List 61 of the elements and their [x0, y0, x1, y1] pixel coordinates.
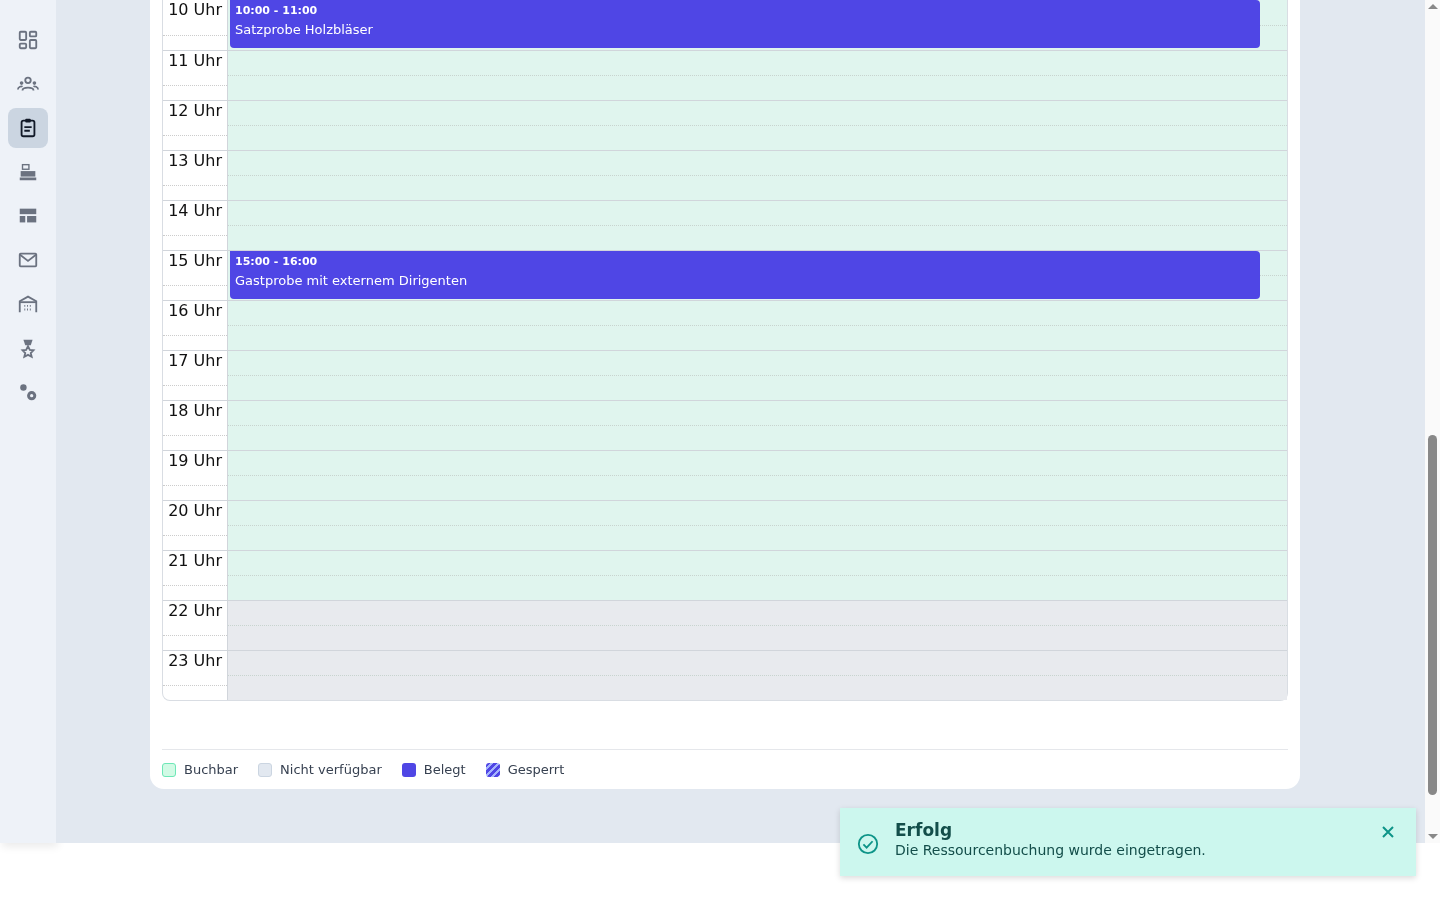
check-circle-icon: [857, 833, 879, 855]
time-slot[interactable]: [228, 551, 1287, 576]
time-slot[interactable]: [228, 651, 1287, 676]
hour-label: 10 Uhr: [167, 0, 223, 20]
time-slot[interactable]: [228, 451, 1287, 476]
building-icon: [17, 293, 39, 315]
legend-label: Nicht verfügbar: [280, 762, 382, 777]
time-slot[interactable]: [228, 176, 1287, 200]
legend-label: Gesperrt: [507, 762, 565, 777]
nav-button[interactable]: [8, 108, 48, 148]
time-slot[interactable]: [228, 676, 1287, 700]
time-slot[interactable]: [1260, 276, 1287, 300]
time-slot[interactable]: [228, 126, 1287, 150]
time-slot[interactable]: [228, 501, 1287, 526]
scrollbar[interactable]: [1425, 0, 1440, 843]
close-button[interactable]: [1380, 824, 1396, 840]
hour-label: 18 Uhr: [167, 401, 223, 421]
hour-label: 14 Uhr: [167, 201, 223, 221]
event-time: 10:00 - 11:00: [235, 3, 318, 19]
hour-label: 23 Uhr: [167, 651, 223, 671]
hour-label: 17 Uhr: [167, 351, 223, 371]
hour-label: 22 Uhr: [167, 601, 223, 621]
hour-label: 11 Uhr: [167, 51, 223, 71]
time-slot[interactable]: [228, 326, 1287, 350]
time-slot[interactable]: [228, 76, 1287, 100]
event-title: Satzprobe Holzbläser: [235, 21, 373, 39]
time-slot[interactable]: [1260, 0, 1287, 26]
time-slot[interactable]: [228, 526, 1287, 550]
time-slot[interactable]: [228, 226, 1287, 250]
hour-label: 20 Uhr: [167, 501, 223, 521]
event-title: Gastprobe mit externem Dirigenten: [235, 272, 468, 290]
hour-label: 15 Uhr: [167, 251, 223, 271]
time-slot[interactable]: [1260, 251, 1287, 276]
toast-title: Erfolg: [895, 820, 954, 840]
time-slot[interactable]: [228, 426, 1287, 450]
hour-label: 13 Uhr: [167, 151, 223, 171]
time-slot[interactable]: [228, 301, 1287, 326]
time-slot[interactable]: [228, 351, 1287, 376]
time-slot[interactable]: [228, 51, 1287, 76]
hour-label: 16 Uhr: [167, 301, 223, 321]
time-slot[interactable]: [228, 201, 1287, 226]
time-slot[interactable]: [228, 576, 1287, 600]
time-slot[interactable]: [228, 151, 1287, 176]
hour-label: 19 Uhr: [167, 451, 223, 471]
time-slot[interactable]: [228, 401, 1287, 426]
booking-event[interactable]: 10:00 - 11:00 Satzprobe Holzbläser: [230, 0, 1260, 48]
legend-label: Belegt: [423, 762, 466, 777]
time-slot[interactable]: [1260, 25, 1287, 50]
time-slot[interactable]: [228, 626, 1287, 650]
hour-label: 21 Uhr: [167, 551, 223, 571]
time-slot[interactable]: [228, 376, 1287, 400]
register-icon: [17, 161, 39, 183]
hour-label: 12 Uhr: [167, 101, 223, 121]
toast-message: Die Ressourcenbuchung wurde eingetragen.: [895, 842, 1207, 858]
time-slot[interactable]: [228, 476, 1287, 500]
time-slot[interactable]: [228, 601, 1287, 626]
booking-event[interactable]: 15:00 - 16:00 Gastprobe mit externem Dirigenten: [230, 251, 1260, 299]
time-slot[interactable]: [228, 101, 1287, 126]
legend-label: Buchbar: [184, 762, 239, 777]
dashboard-icon: [17, 29, 39, 51]
event-time: 15:00 - 16:00: [235, 254, 318, 270]
